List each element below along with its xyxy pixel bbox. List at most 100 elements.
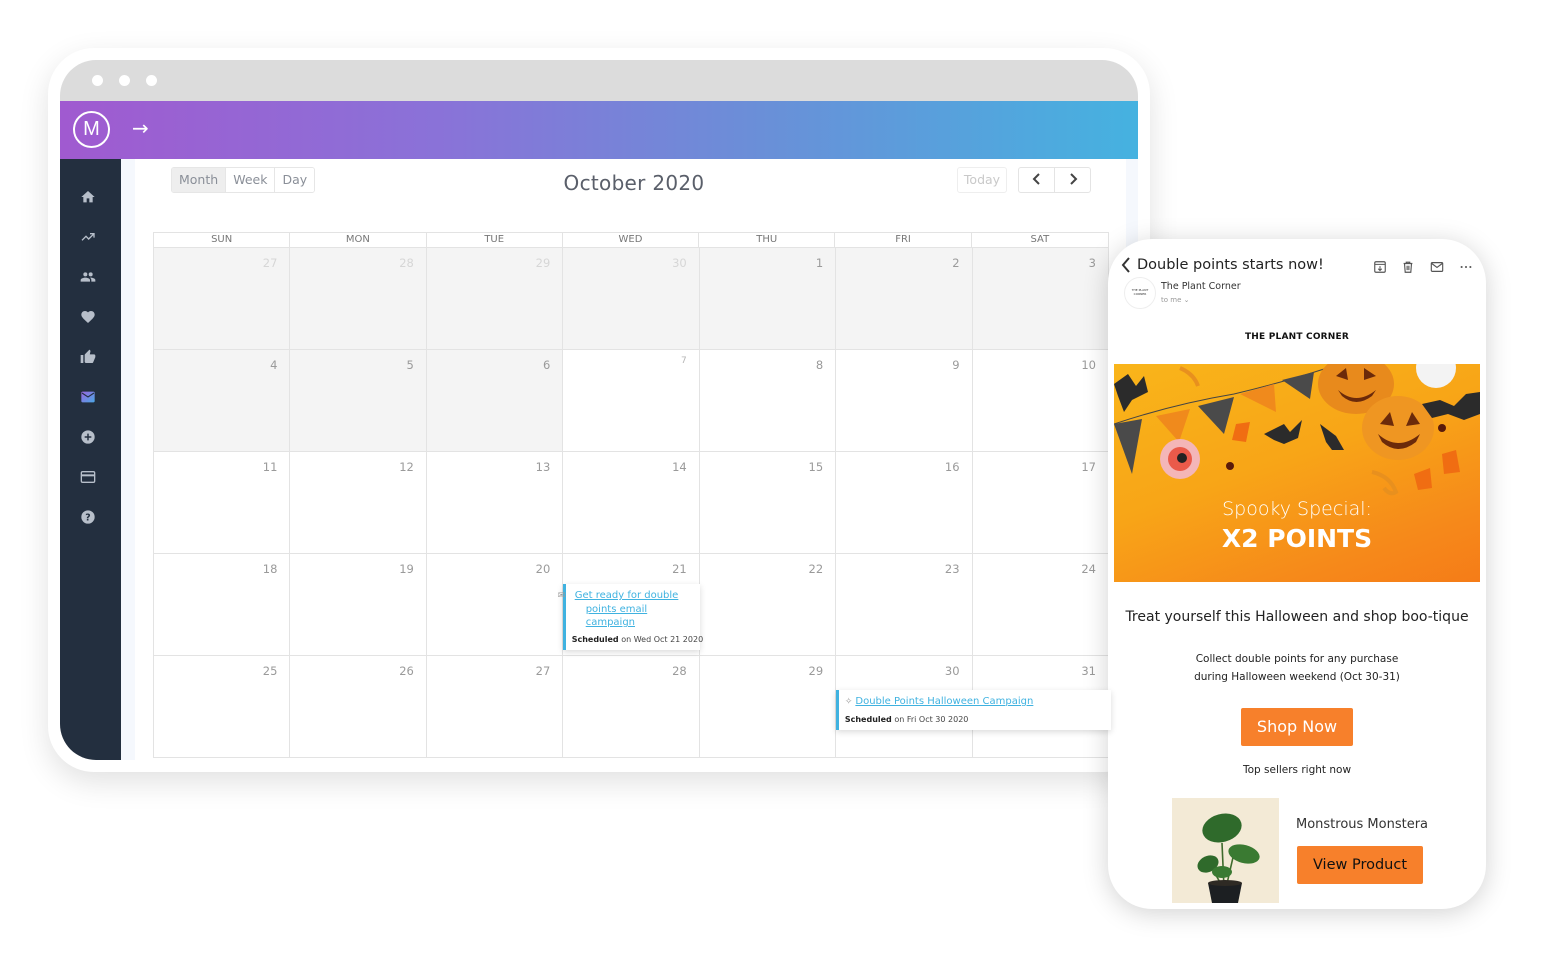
day-number: 28	[672, 664, 687, 678]
calendar-day[interactable]: 14	[563, 452, 700, 553]
day-number: 26	[399, 664, 414, 678]
event-schedule-info: Scheduled on Fri Oct 30 2020	[845, 715, 1105, 724]
window-dot-maximize[interactable]	[146, 75, 157, 86]
calendar-day[interactable]: 24	[972, 554, 1109, 655]
calendar-day[interactable]: 1	[699, 248, 837, 349]
calendar-day[interactable]: 17	[972, 452, 1109, 553]
calendar-day[interactable]: 28	[290, 248, 427, 349]
calendar-day[interactable]: 26	[290, 656, 427, 757]
day-number: 19	[399, 562, 414, 576]
calendar-day[interactable]: 29	[699, 656, 837, 757]
event-title-text[interactable]: Double Points Halloween Campaign	[855, 696, 1033, 707]
calendar-day[interactable]: 4	[154, 350, 291, 451]
more-options-icon[interactable]	[1459, 259, 1473, 273]
prev-month-button[interactable]	[1019, 168, 1055, 192]
sidebar-item-home[interactable]	[78, 187, 98, 207]
day-number: 28	[399, 256, 414, 270]
archive-icon[interactable]	[1373, 259, 1387, 273]
calendar-day[interactable]: 10	[972, 350, 1109, 451]
event-title-link[interactable]: ✧ Double Points Halloween Campaign	[845, 695, 1105, 709]
sidebar-item-billing[interactable]	[78, 467, 98, 487]
sidebar-item-loyalty[interactable]	[78, 307, 98, 327]
product-image-monstera[interactable]	[1172, 798, 1279, 903]
calendar-day[interactable]: 29	[426, 248, 564, 349]
back-icon[interactable]	[1120, 255, 1132, 279]
mark-unread-mail-icon[interactable]	[1430, 259, 1444, 273]
tab-month[interactable]: Month	[172, 168, 227, 192]
next-month-button[interactable]	[1055, 168, 1090, 192]
tab-day[interactable]: Day	[275, 168, 315, 192]
app-logo[interactable]: M	[73, 111, 110, 148]
day-number: 13	[535, 460, 551, 474]
event-title-text[interactable]: Get ready for double points email campai…	[575, 590, 679, 628]
calendar-grid: SUN MON TUE WED THU FRI SAT 27 28 29 30 1 2 3 4…	[153, 232, 1111, 758]
calendar-event[interactable]: ✧ Double Points Halloween Campaign Schedul…	[835, 690, 1111, 730]
day-number: 30	[944, 664, 960, 678]
weekday-label: MON	[290, 233, 427, 247]
today-button[interactable]: Today	[957, 167, 1007, 193]
calendar-day[interactable]: 3	[972, 248, 1109, 349]
calendar-day[interactable]: 25	[154, 656, 291, 757]
calendar-day[interactable]: 5	[290, 350, 427, 451]
expand-sidebar-arrow-icon[interactable]: →	[132, 116, 149, 140]
calendar-day[interactable]: 13	[426, 452, 564, 553]
calendar-day[interactable]: 15	[699, 452, 837, 553]
calendar-day[interactable]: 8	[699, 350, 837, 451]
day-number: 23	[944, 562, 960, 576]
event-title-link[interactable]: ✉Get ready for double points email campa…	[558, 589, 695, 629]
weekday-label: SAT	[1030, 234, 1050, 245]
day-number: 17	[1081, 460, 1096, 474]
day-number: 24	[1081, 562, 1096, 576]
calendar-day[interactable]: 23	[836, 554, 973, 655]
sidebar-item-email[interactable]	[78, 387, 98, 407]
email-body-text: Collect double points for any purchase d…	[1108, 650, 1486, 686]
day-number: 4	[270, 358, 278, 372]
tab-week[interactable]: Week	[226, 168, 276, 192]
day-number: 29	[808, 664, 824, 678]
calendar-day[interactable]: 12	[290, 452, 427, 553]
day-number: 31	[1081, 664, 1096, 678]
day-number: 3	[1088, 256, 1096, 270]
day-number: 15	[808, 460, 824, 474]
calendar-day[interactable]: 18	[154, 554, 291, 655]
calendar-day[interactable]: 22	[699, 554, 837, 655]
help-icon: ?	[81, 510, 95, 524]
day-number: 27	[535, 664, 551, 678]
calendar-day[interactable]: 11	[154, 452, 291, 553]
sidebar-item-help[interactable]: ?	[78, 507, 98, 527]
day-number: 12	[399, 460, 414, 474]
day-number: 7	[680, 356, 687, 366]
day-number: 14	[672, 460, 687, 474]
calendar-day[interactable]: 28	[563, 656, 700, 757]
calendar-day[interactable]: 27	[154, 248, 291, 349]
event-date: on Fri Oct 30 2020	[894, 715, 969, 724]
sidebar-item-reviews[interactable]	[78, 347, 98, 367]
weekday-header: SUN MON TUE WED THU FRI SAT	[153, 232, 1109, 248]
calendar-day[interactable]: 2	[836, 248, 973, 349]
window-dot-close[interactable]	[92, 75, 103, 86]
event-date: on Wed Oct 21 2020	[621, 635, 704, 644]
calendar-day[interactable]: 30	[563, 248, 700, 349]
view-product-button[interactable]: View Product	[1297, 846, 1423, 884]
sidebar-item-customers[interactable]	[78, 267, 98, 287]
sidebar-item-analytics[interactable]	[78, 227, 98, 247]
day-number: 5	[406, 358, 414, 372]
trash-icon[interactable]	[1401, 259, 1415, 273]
calendar-day[interactable]: 19	[290, 554, 427, 655]
app-header: M →	[60, 101, 1138, 159]
window-dot-minimize[interactable]	[119, 75, 130, 86]
calendar-day[interactable]: 6	[426, 350, 564, 451]
brand-heading: THE PLANT CORNER	[1244, 332, 1350, 342]
calendar-day[interactable]: 16	[836, 452, 973, 553]
calendar-day[interactable]: 9	[836, 350, 973, 451]
day-number: 10	[1081, 358, 1096, 372]
thumbs-up-icon	[80, 349, 96, 363]
calendar-day[interactable]: 20	[426, 554, 564, 655]
shop-now-button[interactable]: Shop Now	[1241, 708, 1353, 746]
calendar-event[interactable]: ✉Get ready for double points email campa…	[558, 584, 704, 650]
recipient-toggle[interactable]: to me ⌄	[1161, 296, 1189, 304]
calendar-day[interactable]: 27	[426, 656, 564, 757]
sidebar-item-add[interactable]	[78, 427, 98, 447]
calendar-day-today[interactable]: 7	[563, 350, 700, 451]
weekday-label: TUE	[427, 233, 563, 247]
